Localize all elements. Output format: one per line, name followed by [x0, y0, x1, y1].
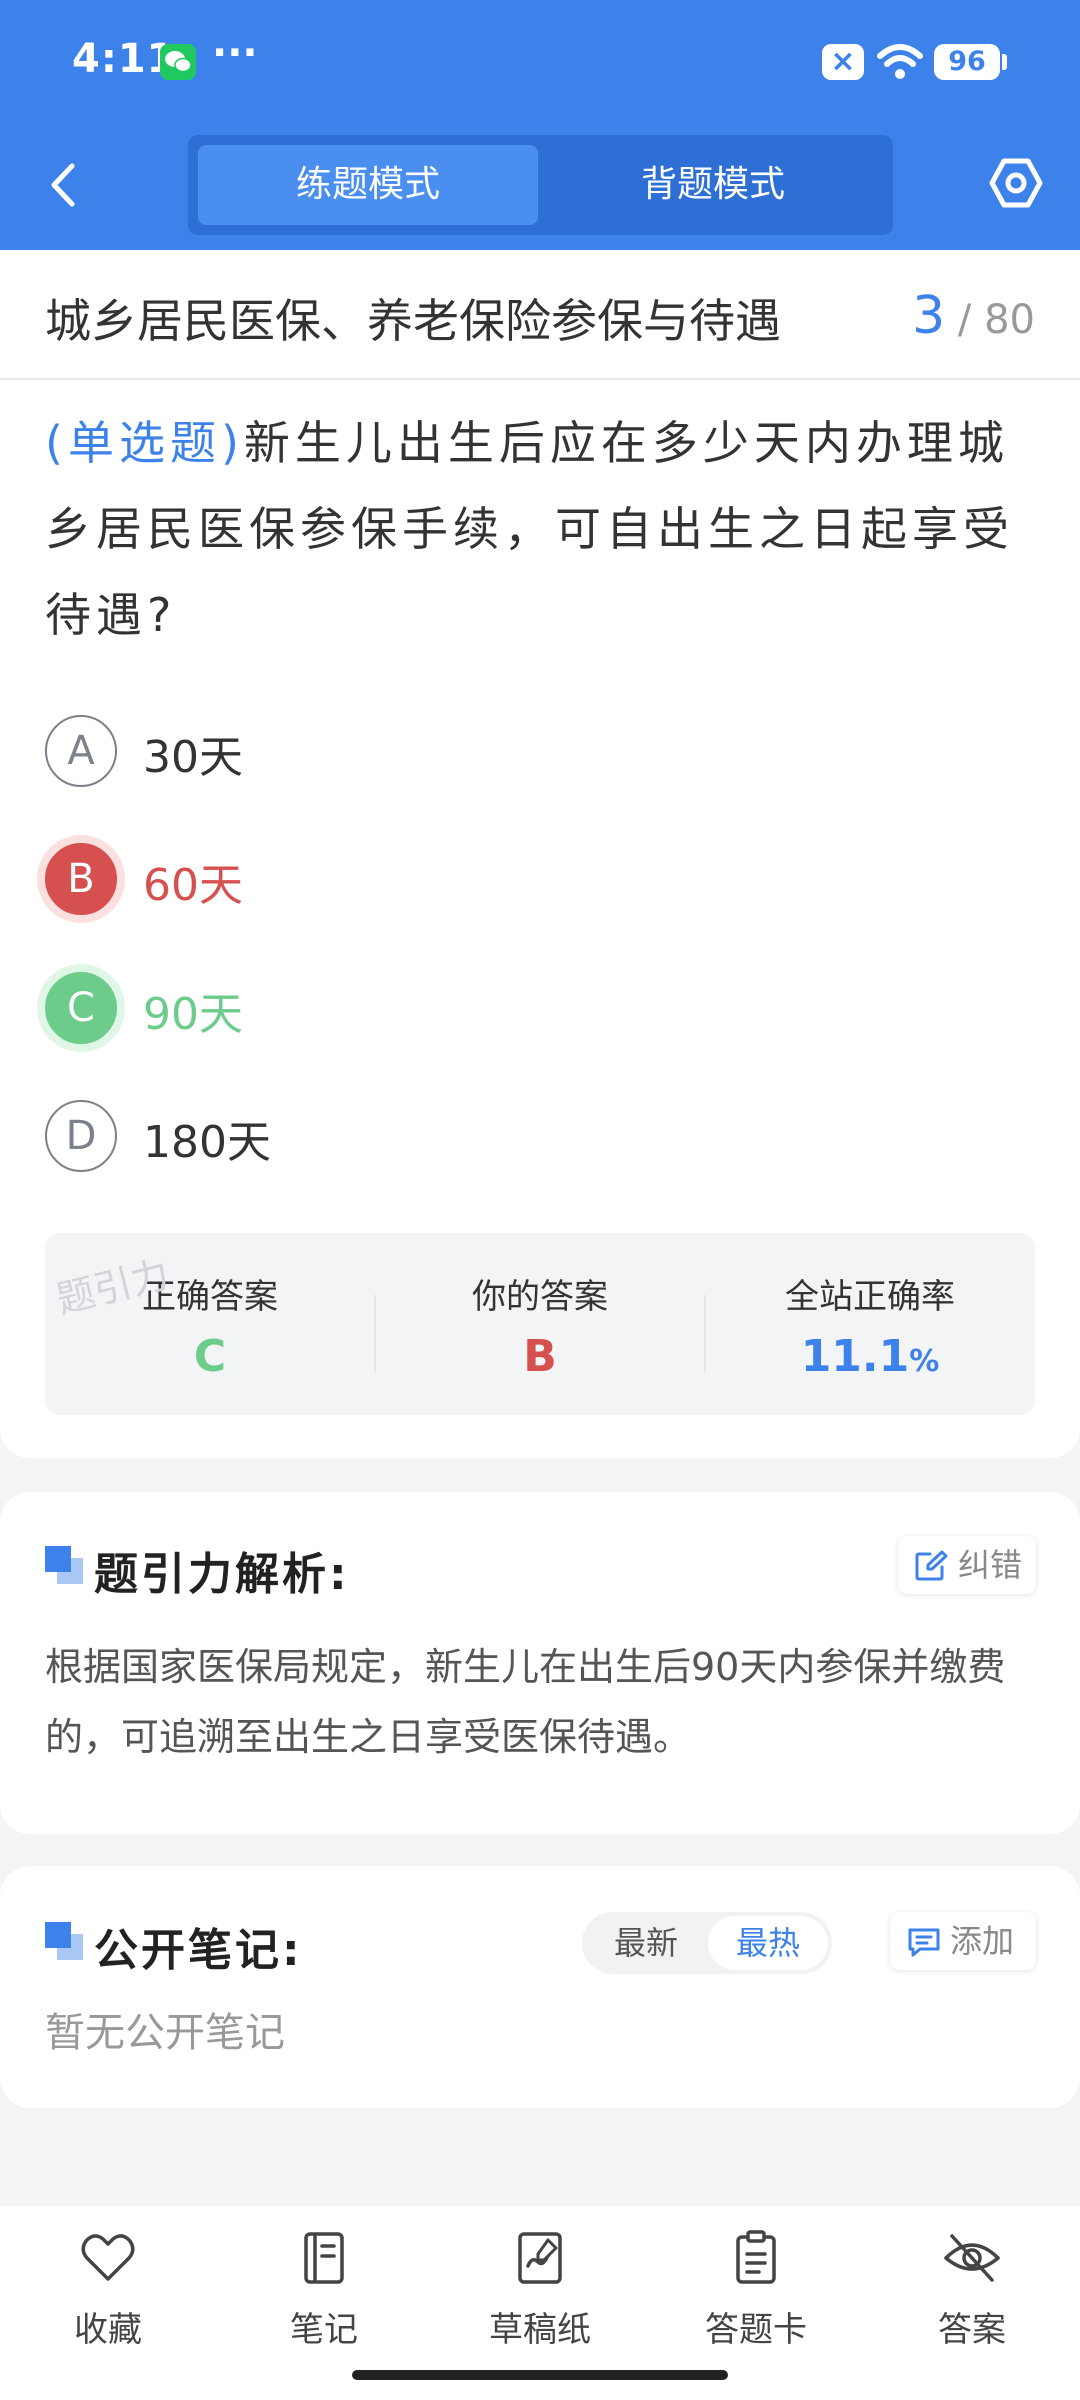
status-bar: 4:11 ··· × 96	[0, 0, 1080, 125]
counter-separator: /	[957, 297, 972, 343]
nav-answer-card[interactable]: 答题卡	[648, 2228, 864, 2368]
eye-off-icon	[944, 2234, 1000, 2282]
mode-switch: 练题模式 背题模式	[188, 135, 893, 235]
comment-icon	[908, 1928, 940, 1957]
option-text: 30天	[143, 732, 243, 783]
nav-label: 答题卡	[705, 2310, 807, 2350]
close-badge-icon: ×	[822, 44, 864, 80]
nav-favorite[interactable]: 收藏	[0, 2228, 216, 2368]
notes-sort-toggle: 最新 最热	[582, 1912, 832, 1974]
your-answer-value: B	[523, 1331, 557, 1382]
report-error-button[interactable]: 纠错	[898, 1536, 1036, 1594]
notes-section-icon	[45, 1922, 85, 1962]
total-questions: 80	[984, 297, 1035, 343]
nav-label: 笔记	[290, 2310, 358, 2350]
notes-panel	[0, 1866, 1080, 2108]
tab-memorize-mode[interactable]: 背题模式	[543, 145, 883, 225]
nav-label: 收藏	[74, 2310, 142, 2350]
notebook-icon	[304, 2232, 344, 2284]
back-button[interactable]	[40, 150, 90, 220]
option-text: 60天	[143, 860, 243, 911]
notes-title: 公开笔记:	[94, 1925, 303, 1976]
draft-paper-icon	[518, 2232, 562, 2284]
correct-answer-value: C	[193, 1331, 227, 1382]
edit-icon	[915, 1550, 948, 1581]
add-note-label: 添加	[950, 1922, 1015, 1960]
chapter-title: 城乡居民医保、养老保险参保与待遇	[45, 294, 781, 348]
chevron-left-icon	[51, 163, 75, 207]
nav-label: 答案	[938, 2310, 1006, 2350]
app-header: 4:11 ··· × 96 练题模式 背题模式	[0, 0, 1080, 250]
accuracy-stat: 全站正确率 11.1%	[705, 1233, 1035, 1415]
tab-practice-mode[interactable]: 练题模式	[198, 145, 538, 225]
your-answer-label: 你的答案	[472, 1277, 608, 1317]
option-letter: D	[45, 1100, 117, 1172]
option-letter: C	[45, 972, 117, 1044]
answer-card-icon	[736, 2230, 776, 2284]
wechat-icon	[160, 44, 196, 80]
accuracy-number: 11.1	[800, 1331, 910, 1382]
accuracy-label: 全站正确率	[785, 1277, 955, 1317]
option-text: 180天	[143, 1117, 271, 1168]
add-note-button[interactable]: 添加	[890, 1912, 1036, 1970]
nav-draft-paper[interactable]: 草稿纸	[432, 2228, 648, 2368]
analysis-text: 根据国家医保局规定，新生儿在出生后90天内参保并缴费的，可追溯至出生之日享受医保…	[45, 1645, 1006, 1759]
analysis-section-icon	[45, 1546, 85, 1586]
question-counter: 3 / 80	[912, 286, 1035, 346]
sort-hot-option[interactable]: 最热	[708, 1916, 828, 1970]
nav-answer[interactable]: 答案	[864, 2228, 1080, 2368]
your-answer-stat: 你的答案 B	[375, 1233, 705, 1415]
wifi-icon	[877, 44, 923, 79]
divider	[0, 378, 1080, 380]
answer-stats: 正确答案 C 你的答案 B 全站正确率 11.1%	[45, 1233, 1035, 1415]
more-notifications-icon: ···	[212, 30, 258, 76]
current-question-number: 3	[912, 286, 946, 346]
battery-tip	[1002, 54, 1007, 70]
heart-icon	[81, 2234, 135, 2281]
nav-label: 草稿纸	[489, 2310, 591, 2350]
question-type-label: (单选题)	[45, 416, 244, 470]
settings-icon	[989, 158, 1043, 208]
settings-button[interactable]	[988, 155, 1044, 211]
question-text: (单选题)新生儿出生后应在多少天内办理城乡居民医保参保手续，可自出生之日起享受待…	[45, 400, 1040, 658]
nav-notes[interactable]: 笔记	[216, 2228, 432, 2368]
option-letter: A	[45, 715, 117, 787]
accuracy-unit: %	[909, 1344, 940, 1379]
home-indicator[interactable]	[352, 2370, 728, 2380]
sort-latest-option[interactable]: 最新	[586, 1916, 706, 1970]
empty-notes-message: 暂无公开笔记	[45, 2010, 285, 2056]
option-letter: B	[45, 843, 117, 915]
option-text: 90天	[143, 989, 243, 1040]
battery-indicator: 96	[934, 44, 1000, 80]
analysis-title: 题引力解析:	[94, 1549, 350, 1600]
report-error-label: 纠错	[958, 1546, 1023, 1584]
accuracy-value: 11.1%	[705, 1331, 1035, 1382]
